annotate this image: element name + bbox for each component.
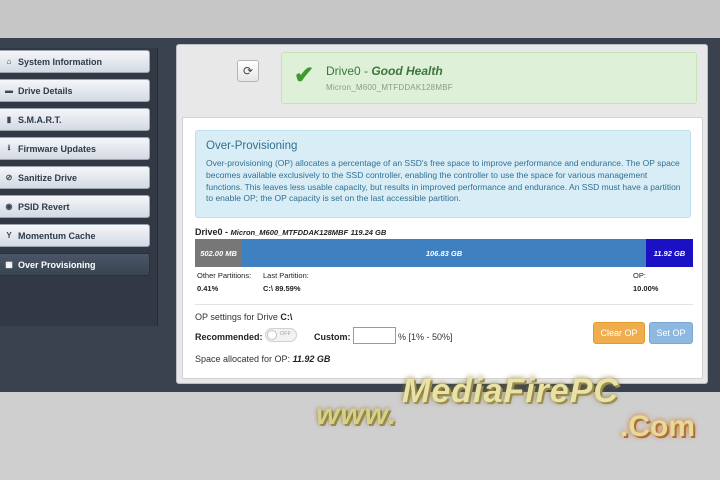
- toggle-knob: [267, 330, 277, 340]
- set-op-button[interactable]: Set OP: [649, 322, 693, 344]
- info-text: Over-provisioning (OP) allocates a perce…: [206, 158, 681, 204]
- drive-capacity-label: Drive0 - Micron_M600_MTFDDAK128MBF 119.2…: [195, 227, 386, 237]
- other-partitions-value: 0.41%: [197, 284, 219, 293]
- other-partitions-label: Other Partitions:: [197, 271, 252, 280]
- sidebar-item-label: PSID Revert: [18, 201, 70, 212]
- refresh-button[interactable]: ⟳: [237, 60, 259, 82]
- divider: [195, 304, 693, 305]
- ban-icon: ⊘: [5, 173, 13, 182]
- drive-health-banner: ✔ Drive0 - Good Health Micron_M600_MTFDD…: [281, 52, 697, 104]
- info-box: Over-Provisioning Over-provisioning (OP)…: [195, 130, 691, 218]
- clear-op-button[interactable]: Clear OP: [593, 322, 645, 344]
- sidebar-item-system-information[interactable]: ⌂ System Information: [0, 50, 150, 73]
- drive-health-title: Drive0 - Good Health: [326, 64, 443, 78]
- capacity-bar: 502.00 MB 106.83 GB 11.92 GB: [195, 239, 693, 267]
- filter-icon: Y: [6, 231, 12, 240]
- op-label: OP:: [633, 271, 646, 280]
- sidebar-item-label: Over Provisioning: [18, 259, 96, 270]
- sidebar-item-drive-details[interactable]: ▬ Drive Details: [0, 79, 150, 102]
- drive-model: Micron_M600_MTFDDAK128MBF: [326, 83, 453, 92]
- recommended-toggle[interactable]: OFF: [265, 328, 297, 342]
- watermark-www: www.: [316, 398, 398, 431]
- watermark-name: MediaFirePC: [402, 372, 619, 410]
- check-icon: ✔: [294, 62, 315, 89]
- top-band: [0, 0, 720, 38]
- info-title: Over-Provisioning: [206, 140, 298, 152]
- sidebar: ⌂ System Information ▬ Drive Details ▮ S…: [0, 48, 158, 326]
- drive-label-size: 119.24 GB: [350, 228, 387, 237]
- main-content: ⟳ ✔ Drive0 - Good Health Micron_M600_MTF…: [176, 44, 708, 384]
- space-allocated-label: Space allocated for OP:: [195, 354, 293, 364]
- home-icon: ⌂: [6, 57, 12, 66]
- sidebar-item-label: Drive Details: [18, 85, 73, 96]
- eye-icon: ◉: [5, 202, 13, 211]
- sidebar-item-sanitize-drive[interactable]: ⊘ Sanitize Drive: [0, 166, 150, 189]
- bar-chart-icon: ▮: [6, 115, 12, 124]
- recommended-label: Recommended:: [195, 332, 263, 342]
- last-partition-value: C:\ 89.59%: [263, 284, 301, 293]
- space-allocated: Space allocated for OP: 11.92 GB: [195, 354, 330, 364]
- op-drive-letter: C:\: [280, 312, 293, 322]
- toggle-text: OFF: [280, 331, 291, 337]
- sidebar-item-smart[interactable]: ▮ S.M.A.R.T.: [0, 108, 150, 131]
- sidebar-item-label: Firmware Updates: [18, 143, 97, 154]
- sidebar-item-label: S.M.A.R.T.: [18, 114, 62, 125]
- segment-last-partition: 106.83 GB: [242, 239, 646, 267]
- sidebar-item-psid-revert[interactable]: ◉ PSID Revert: [0, 195, 150, 218]
- sidebar-item-momentum-cache[interactable]: Y Momentum Cache: [0, 224, 150, 247]
- segment-op: 11.92 GB: [645, 239, 693, 267]
- custom-op-input[interactable]: [353, 327, 396, 344]
- sidebar-item-over-provisioning[interactable]: ▦ Over Provisioning: [0, 253, 150, 276]
- custom-range-hint: % [1% - 50%]: [398, 332, 453, 342]
- op-settings-title: OP settings for Drive C:\: [195, 312, 292, 322]
- app-window: ⌂ System Information ▬ Drive Details ▮ S…: [0, 38, 720, 392]
- drive-label-name: Drive0 -: [195, 227, 231, 237]
- refresh-icon: ⟳: [242, 64, 254, 78]
- op-settings-label: OP settings for Drive: [195, 312, 281, 322]
- watermark-com: .Com: [620, 410, 695, 443]
- sidebar-item-firmware-updates[interactable]: ⭳ Firmware Updates: [0, 137, 150, 160]
- sidebar-item-label: Sanitize Drive: [18, 172, 78, 183]
- drive-label-model: Micron_M600_MTFDDAK128MBF: [230, 228, 349, 237]
- last-partition-label: Last Partition:: [263, 271, 309, 280]
- sidebar-item-label: Momentum Cache: [18, 230, 96, 241]
- custom-label: Custom:: [314, 332, 351, 342]
- drive-name: Drive0 -: [326, 64, 372, 78]
- download-icon: ⭳: [7, 142, 11, 152]
- space-allocated-value: 11.92 GB: [292, 354, 331, 364]
- op-value: 10.00%: [633, 284, 659, 293]
- sidebar-item-label: System Information: [18, 56, 103, 67]
- grid-icon: ▦: [5, 260, 13, 269]
- health-status: Good Health: [371, 64, 443, 78]
- over-provisioning-panel: Over-Provisioning Over-provisioning (OP)…: [182, 117, 703, 379]
- drive-icon: ▬: [5, 86, 13, 95]
- segment-other-partitions: 502.00 MB: [195, 239, 243, 267]
